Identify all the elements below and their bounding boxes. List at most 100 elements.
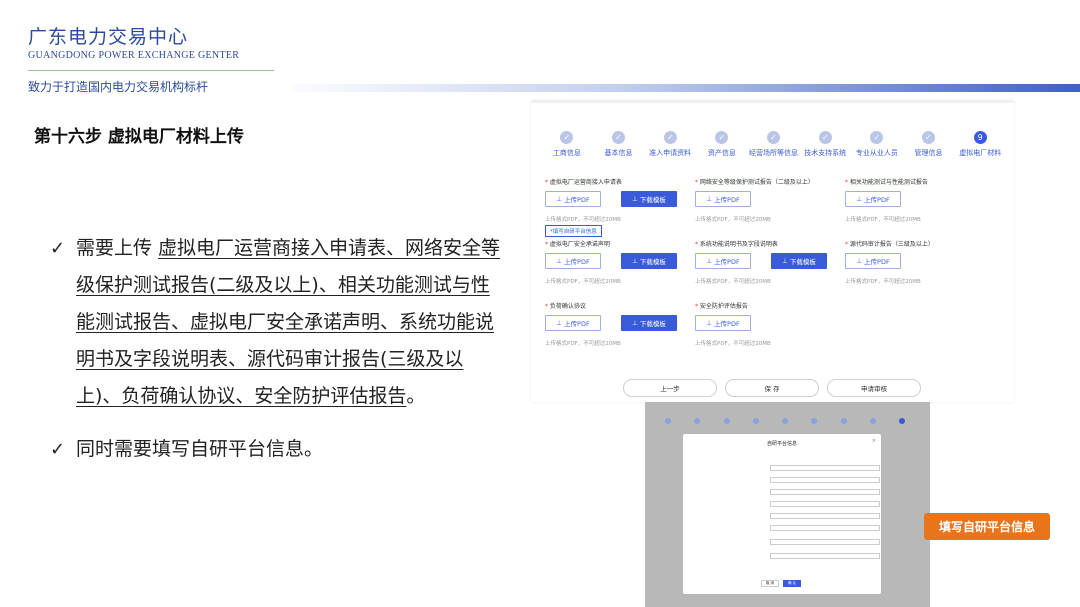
modal-field-input[interactable] <box>770 465 880 471</box>
check-icon: ✓ <box>715 131 729 144</box>
upload-pdf-button[interactable]: ⊥ 上传PDF <box>845 253 901 269</box>
confirm-button[interactable]: 确 认 <box>783 580 801 587</box>
upload-icon: ⊥ <box>706 319 715 327</box>
step-label: 虚拟电厂材料 <box>959 149 1002 157</box>
download-template-button[interactable]: ⊥ 下载模板 <box>621 253 677 269</box>
download-label: 下载模板 <box>789 258 816 266</box>
upload-actions: ⊥ 上传PDF <box>695 315 845 331</box>
step-label: 基本信息 <box>604 149 633 157</box>
upload-label: 上传PDF <box>714 196 740 204</box>
bullet-upload-materials: ✓ 需要上传 虚拟电厂运营商接入申请表、网络安全等级保护测试报告(二级及以上)、… <box>50 230 505 415</box>
progress-step[interactable]: ✓ 工商信息 <box>541 131 593 158</box>
modal-field-input[interactable] <box>770 501 880 507</box>
modal-field-input[interactable] <box>770 513 880 519</box>
upload-field: * 网络安全等级保护测试报告（二级及以上） ⊥ 上传PDF 上传格式PDF，不可超过… <box>695 177 845 239</box>
upload-grid: * 虚拟电厂运营商接入申请表 ⊥ 上传PDF ⊥ 下载模板 上传格式PDF，不可超过2… <box>545 177 1005 363</box>
upload-actions: ⊥ 上传PDF ⊥ 下载模板 <box>545 253 695 269</box>
upload-actions: ⊥ 上传PDF ⊥ 下载模板 <box>545 315 695 331</box>
upload-hint: 上传格式PDF，不可超过20MB <box>845 217 921 223</box>
form-nav: 上一步 保 存 申请审核 <box>623 379 921 397</box>
upload-icon: ⊥ <box>556 319 565 327</box>
submit-button[interactable]: 申请审核 <box>827 379 921 397</box>
modal-form-row <box>695 464 880 472</box>
prev-button[interactable]: 上一步 <box>623 379 717 397</box>
upload-icon: ⊥ <box>706 257 715 265</box>
progress-step[interactable]: ✓ 资产信息 <box>696 131 748 158</box>
mini-step-dot <box>782 418 788 424</box>
upload-field: * 源代码审计报告（三级及以上） ⊥ 上传PDF 上传格式PDF，不可超过20MB <box>845 239 995 301</box>
modal-field-input[interactable] <box>770 525 880 531</box>
upload-actions: ⊥ 上传PDF <box>845 253 995 269</box>
check-icon: ✓ <box>663 131 677 144</box>
bullet-material-list: 虚拟电厂运营商接入申请表、网络安全等级保护测试报告(二级及以上)、相关功能测试与… <box>76 237 501 407</box>
upload-field-title: * 相关功能测试与性能测试报告 <box>845 177 995 186</box>
progress-step[interactable]: ✓ 管理信息 <box>903 131 955 158</box>
upload-pdf-button[interactable]: ⊥ 上传PDF <box>695 315 751 331</box>
upload-page-screenshot: ✓ 工商信息 ✓ 基本信息 ✓ 准入申请资料 ✓ 资产信息 ✓ 经营场所等信息 ✓ 技术支持系统 ✓ 专业… <box>531 100 1014 402</box>
org-name-cn: 广东电力交易中心 <box>28 26 189 48</box>
upload-hint: 上传格式PDF，不可超过20MB <box>545 341 621 347</box>
modal-field-input[interactable] <box>770 539 880 545</box>
upload-icon: ⊥ <box>556 195 565 203</box>
upload-field-title: * 负荷确认协议 <box>545 301 695 310</box>
mini-step-dot <box>869 418 876 424</box>
upload-pdf-button[interactable]: ⊥ 上传PDF <box>545 191 601 207</box>
modal-field-input[interactable] <box>770 477 880 483</box>
modal-form-row <box>695 552 880 560</box>
progress-step[interactable]: ✓ 技术支持系统 <box>799 131 851 158</box>
field-title-text: 安全防护评估报告 <box>699 303 748 310</box>
field-title-text: 系统功能说明书及字段说明表 <box>699 241 778 248</box>
cancel-button[interactable]: 取 消 <box>761 580 779 587</box>
progress-step[interactable]: ✓ 基本信息 <box>593 131 645 158</box>
close-icon[interactable]: × <box>872 438 876 444</box>
check-icon: ✓ <box>612 131 625 144</box>
upload-pdf-button[interactable]: ⊥ 上传PDF <box>545 253 601 269</box>
step-label: 资产信息 <box>707 149 736 157</box>
bullet-prefix: 需要上传 <box>76 237 159 259</box>
modal-field-input[interactable] <box>770 489 880 495</box>
progress-step[interactable]: 9 虚拟电厂材料 <box>954 131 1006 158</box>
step-label: 专业从业人员 <box>855 149 898 157</box>
progress-step[interactable]: ✓ 经营场所等信息 <box>748 131 800 158</box>
mini-step-dot <box>665 418 671 424</box>
modal-form-row <box>695 538 880 546</box>
download-icon: ⊥ <box>782 257 790 265</box>
upload-label: 上传PDF <box>714 258 740 266</box>
modal-buttons: 取 消 确 认 <box>761 580 801 587</box>
upload-actions: ⊥ 上传PDF ⊥ 下载模板 <box>545 191 695 207</box>
download-label: 下载模板 <box>639 320 666 328</box>
self-platform-modal-screenshot: 自研平台信息 × 取 消 确 认 <box>645 402 930 607</box>
mini-step-dot <box>899 418 905 424</box>
download-template-button[interactable]: ⊥ 下载模板 <box>771 253 827 269</box>
upload-icon: ⊥ <box>556 257 565 265</box>
download-template-button[interactable]: ⊥ 下载模板 <box>621 191 677 207</box>
modal-form-row <box>695 500 880 508</box>
step-label: 工商信息 <box>552 149 581 157</box>
modal-form-row <box>695 524 880 532</box>
bullet-text: 同时需要填写自研平台信息。 <box>76 438 324 460</box>
progress-step[interactable]: ✓ 准入申请资料 <box>644 131 696 158</box>
upload-label: 上传PDF <box>864 196 890 204</box>
save-button[interactable]: 保 存 <box>725 379 819 397</box>
header-divider <box>28 70 274 71</box>
mini-step-dot <box>811 418 818 424</box>
modal-form-row <box>695 512 880 520</box>
bullet-text: 需要上传 虚拟电厂运营商接入申请表、网络安全等级保护测试报告(二级及以上)、相关… <box>76 230 505 415</box>
upload-pdf-button[interactable]: ⊥ 上传PDF <box>695 253 751 269</box>
self-platform-info-button[interactable]: *填写自研平台信息 <box>545 225 602 237</box>
download-template-button[interactable]: ⊥ 下载模板 <box>621 315 677 331</box>
upload-icon: ⊥ <box>706 195 715 203</box>
upload-row: * 负荷确认协议 ⊥ 上传PDF ⊥ 下载模板 上传格式PDF，不可超过20MB * 安… <box>545 301 1005 363</box>
bullet-list: ✓ 需要上传 虚拟电厂运营商接入申请表、网络安全等级保护测试报告(二级及以上)、… <box>50 230 510 468</box>
check-icon: ✓ <box>50 439 66 460</box>
upload-hint: 上传格式PDF，不可超过20MB <box>545 217 621 223</box>
upload-pdf-button[interactable]: ⊥ 上传PDF <box>545 315 601 331</box>
upload-pdf-button[interactable]: ⊥ 上传PDF <box>845 191 901 207</box>
upload-pdf-button[interactable]: ⊥ 上传PDF <box>695 191 751 207</box>
progress-step[interactable]: ✓ 专业从业人员 <box>851 131 903 158</box>
field-title-text: 负荷确认协议 <box>549 303 586 310</box>
upload-field: * 相关功能测试与性能测试报告 ⊥ 上传PDF 上传格式PDF，不可超过20MB <box>845 177 995 239</box>
modal-field-input[interactable] <box>770 553 880 559</box>
header-gradient-bar <box>290 84 1080 92</box>
modal-title: 自研平台信息 <box>766 441 797 447</box>
